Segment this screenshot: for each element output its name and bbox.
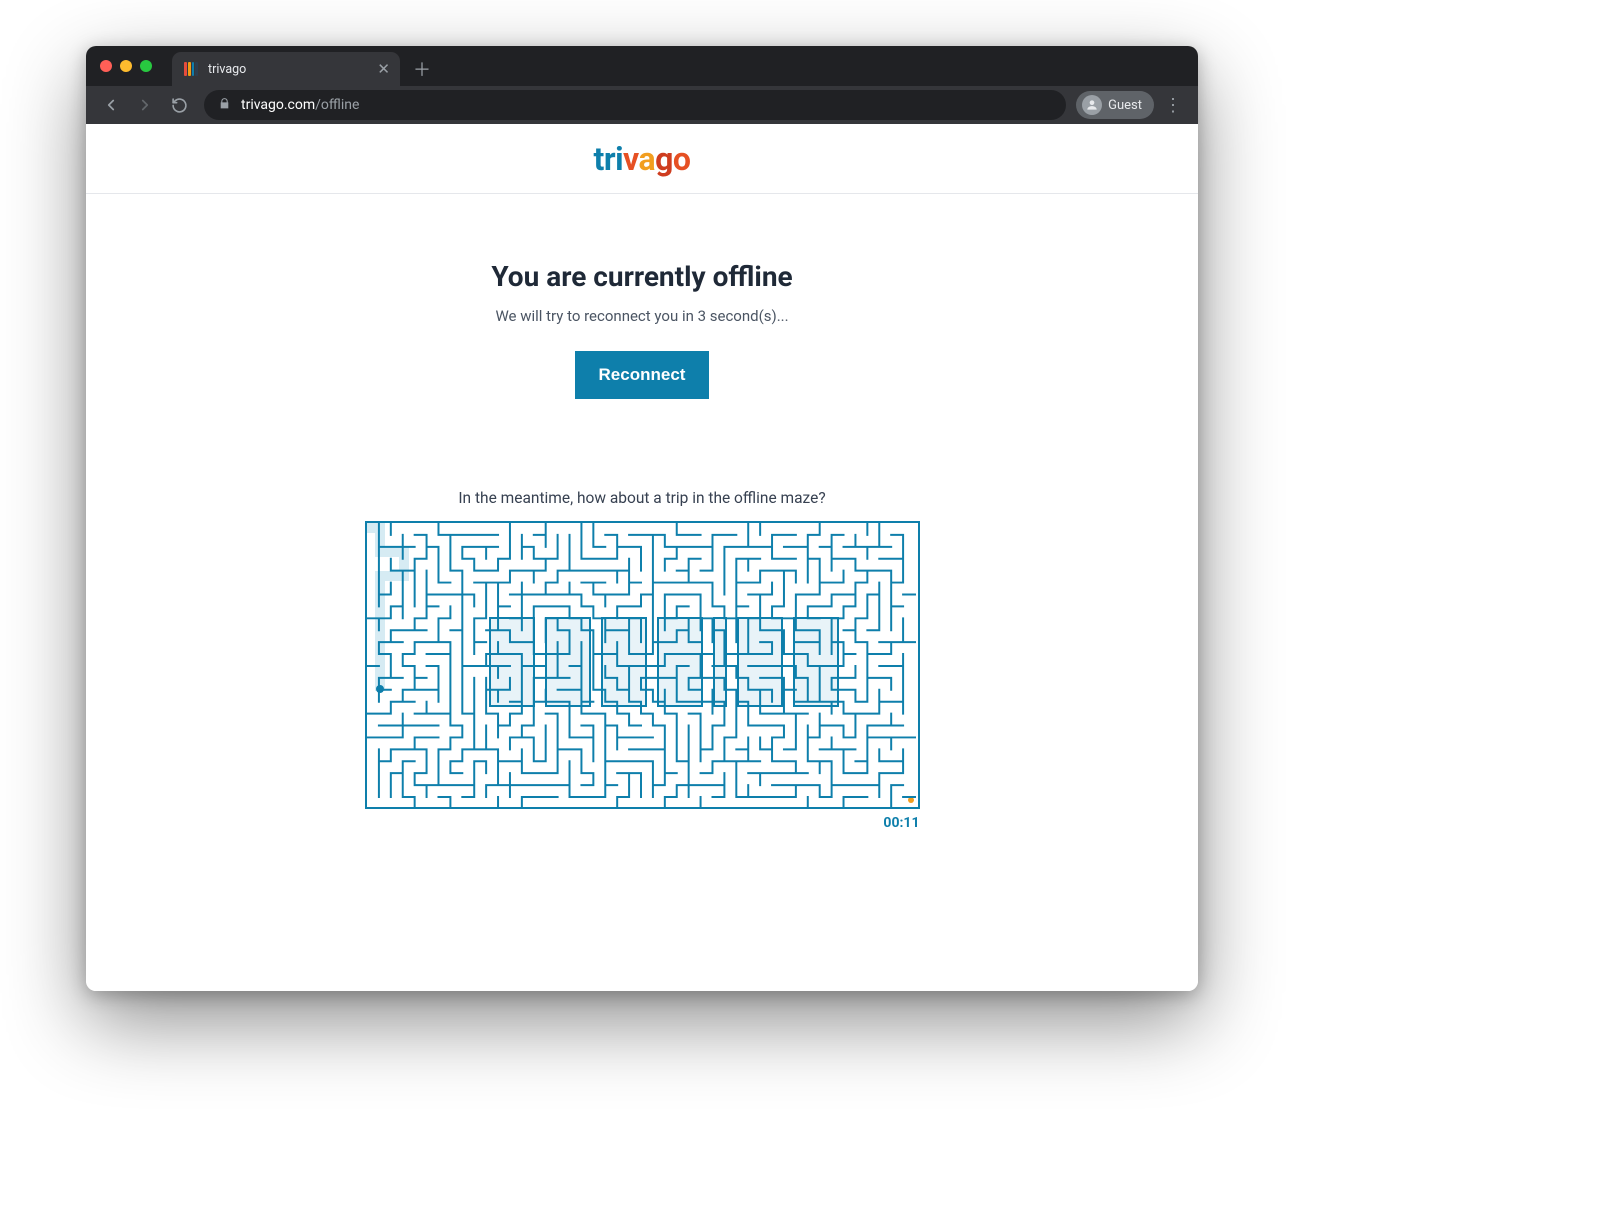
reload-button[interactable] bbox=[164, 90, 194, 120]
forward-button[interactable] bbox=[130, 90, 160, 120]
offline-maze[interactable] bbox=[365, 521, 920, 809]
close-window-button[interactable] bbox=[100, 60, 112, 72]
maximize-window-button[interactable] bbox=[140, 60, 152, 72]
tab-favicon-icon bbox=[184, 62, 198, 76]
url-path: /offline bbox=[315, 97, 359, 113]
reconnect-button[interactable]: Reconnect bbox=[575, 351, 710, 399]
url-host: trivago.com bbox=[241, 97, 315, 113]
overflow-menu-button[interactable]: ⋮ bbox=[1158, 95, 1188, 116]
trivago-logo: trivago bbox=[594, 140, 691, 178]
maze-walls bbox=[367, 523, 918, 809]
lock-icon bbox=[218, 97, 231, 114]
tab-title: trivago bbox=[208, 62, 246, 77]
back-button[interactable] bbox=[96, 90, 126, 120]
maze-caption: In the meantime, how about a trip in the… bbox=[86, 489, 1198, 507]
reconnect-subtitle: We will try to reconnect you in 3 second… bbox=[86, 307, 1198, 325]
profile-chip[interactable]: Guest bbox=[1076, 91, 1154, 119]
window-controls bbox=[86, 60, 166, 72]
close-tab-icon[interactable]: ✕ bbox=[377, 62, 390, 77]
page: trivago You are currently offline We wil… bbox=[86, 124, 1198, 991]
profile-label: Guest bbox=[1108, 98, 1142, 113]
maze-area: 00:11 bbox=[365, 521, 920, 831]
url-text: trivago.com/offline bbox=[241, 97, 359, 113]
titlebar: trivago ✕ ＋ bbox=[86, 46, 1198, 86]
browser-window: trivago ✕ ＋ trivago.com/offline Gue bbox=[86, 46, 1198, 991]
page-title: You are currently offline bbox=[86, 260, 1198, 293]
browser-tab[interactable]: trivago ✕ bbox=[172, 52, 400, 86]
minimize-window-button[interactable] bbox=[120, 60, 132, 72]
brand-header: trivago bbox=[86, 124, 1198, 194]
maze-timer: 00:11 bbox=[365, 815, 920, 831]
main-content: You are currently offline We will try to… bbox=[86, 194, 1198, 831]
toolbar: trivago.com/offline Guest ⋮ bbox=[86, 86, 1198, 124]
avatar-icon bbox=[1082, 95, 1102, 115]
address-bar[interactable]: trivago.com/offline bbox=[204, 90, 1066, 120]
new-tab-button[interactable]: ＋ bbox=[408, 55, 436, 83]
